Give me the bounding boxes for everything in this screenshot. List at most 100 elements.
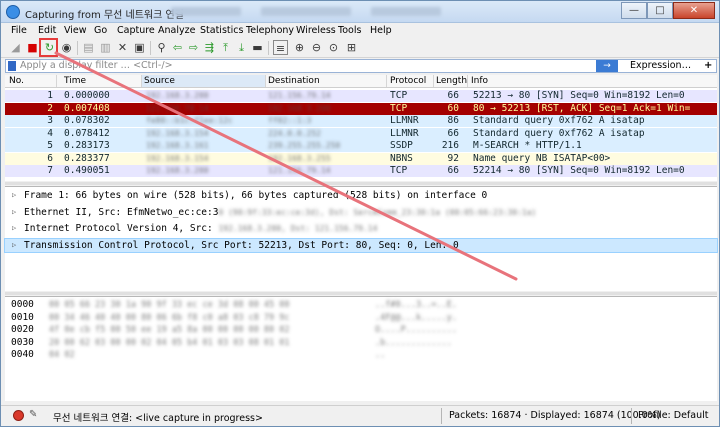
resize-columns-icon[interactable]: ⊞ — [344, 40, 359, 55]
menu-file[interactable]: File — [11, 25, 27, 36]
pane-splitter[interactable] — [5, 182, 717, 185]
start-capture-icon[interactable]: ◢ — [8, 40, 23, 55]
packet-dst: 192.168.3.200 — [268, 103, 331, 113]
display-filter-input[interactable]: Apply a display filter … <Ctrl-/> — [20, 60, 173, 72]
hex-off: 0020 — [11, 324, 34, 335]
apply-filter-button[interactable]: → — [596, 60, 618, 72]
detail-row[interactable]: ▷ Ethernet II, Src: EfmNetwo_ec:ce:30 (90… — [5, 206, 717, 219]
last-packet-icon[interactable]: ⤓ — [234, 40, 249, 55]
zoom-in-icon[interactable]: ⊕ — [292, 40, 307, 55]
menu-edit[interactable]: Edit — [38, 25, 56, 36]
packet-info: 80 → 52213 [RST, ACK] Seq=1 Ack=1 Win= — [473, 102, 691, 114]
open-file-icon[interactable]: ▤ — [81, 40, 96, 55]
hex-off: 0030 — [11, 336, 34, 348]
column-length[interactable]: Length — [436, 76, 467, 86]
column-no[interactable]: No. — [9, 76, 24, 86]
blurred-tab — [171, 7, 241, 16]
go-to-packet-icon[interactable]: ⇶ — [202, 40, 217, 55]
packet-time: 0.000000 — [64, 90, 110, 101]
display-filter-bar: Apply a display filter … <Ctrl-/> → Expr… — [5, 59, 717, 73]
go-back-icon[interactable]: ⇦ — [170, 40, 185, 55]
menu-bar: File Edit View Go Capture Analyze Statis… — [1, 23, 719, 38]
packet-dst: 239.255.255.250 — [268, 141, 341, 150]
menu-capture[interactable]: Capture — [117, 25, 155, 36]
capture-options-icon[interactable]: ◉ — [59, 40, 74, 55]
menu-analyze[interactable]: Analyze — [158, 25, 195, 36]
menu-statistics[interactable]: Statistics — [200, 25, 243, 36]
packet-row[interactable]: 5 0.283173 192.168.3.161 239.255.255.250 SSD… — [5, 140, 717, 152]
detail-blurred-text: 192.168.3.200, Dst: 121.156.79.14 — [218, 224, 378, 233]
packet-no: 7 — [47, 165, 53, 176]
detail-row[interactable]: ▷ Transmission Control Protocol, Src Port… — [4, 237, 718, 253]
detail-row[interactable]: ▷ Internet Protocol Version 4, Src: 192.1… — [5, 222, 717, 235]
expand-triangle-icon[interactable]: ▷ — [12, 222, 16, 235]
go-forward-icon[interactable]: ⇨ — [186, 40, 201, 55]
packet-row[interactable]: 7 0.490051 192.168.3.200 121.156.79.14 TCP 66… — [5, 165, 717, 177]
close-file-icon[interactable]: ✕ — [115, 40, 130, 55]
hex-ascii: .4F@@...k.....y. — [375, 312, 457, 323]
packet-dst: 224.0.0.252 — [268, 128, 321, 138]
normal-size-icon[interactable]: ⊙ — [326, 40, 341, 55]
packet-bytes-pane: 0000 00 05 66 23 30 1a 90 9f 33 ec ce 3d … — [5, 296, 717, 401]
hex-ascii: ..f#0...3..=..E. — [375, 300, 457, 310]
find-packet-icon[interactable]: ⚲ — [154, 40, 169, 55]
hex-bytes: 04 02 — [49, 350, 75, 360]
close-button[interactable]: ✕ — [673, 2, 715, 19]
reload-icon[interactable]: ▣ — [132, 40, 147, 55]
packet-list-header: No. Time Source Destination Protocol Len… — [5, 75, 717, 88]
first-packet-icon[interactable]: ⤒ — [218, 40, 233, 55]
packet-row[interactable]: 3 0.078302 fe80::b1c:f1ee:12c ff02::1:3 LLMN… — [5, 115, 717, 127]
comment-edit-icon[interactable]: ✎ — [29, 409, 37, 420]
hex-bytes: 00 34 46 40 40 00 80 06 6b f8 c0 a8 03 c… — [49, 312, 290, 323]
column-protocol[interactable]: Protocol — [390, 76, 426, 86]
add-filter-button[interactable]: + — [704, 60, 712, 72]
detail-text: Ethernet II, Src: EfmNetwo_ec:ce:3 — [24, 206, 219, 218]
save-file-icon[interactable]: ▥ — [98, 40, 113, 55]
packet-row[interactable]: 4 0.078412 192.168.3.154 224.0.0.252 LLMNR 66… — [5, 127, 717, 140]
hex-ascii: .. — [375, 350, 386, 360]
packet-no: 2 — [47, 102, 53, 114]
autoscroll-icon[interactable]: ▬ — [250, 40, 265, 55]
hex-ascii: .b............. — [375, 337, 452, 348]
detail-text: Frame 1: 66 bytes on wire (528 bits), 66… — [24, 190, 488, 201]
packet-proto: NBNS — [390, 152, 413, 164]
expand-triangle-icon[interactable]: ▷ — [12, 239, 16, 252]
capture-status-text: 무선 네트워크 연결: <live capture in progress> — [53, 413, 263, 424]
packet-dst: 121.156.79.14 — [268, 91, 331, 100]
packet-proto: TCP — [390, 165, 408, 176]
menu-telephony[interactable]: Telephony — [246, 25, 294, 36]
zoom-out-icon[interactable]: ⊖ — [309, 40, 324, 55]
title-bar: Capturing from 무선 네트워크 연결 — □ ✕ — [1, 1, 719, 23]
bookmark-icon[interactable] — [8, 61, 16, 71]
minimize-button[interactable]: — — [621, 2, 647, 19]
packet-row[interactable]: 2 0.007408 121.156.79.14 192.168.3.200 TCP 60… — [5, 102, 717, 115]
packet-dst: ff02::1:3 — [268, 116, 312, 125]
stop-capture-icon[interactable]: ■ — [25, 40, 40, 55]
column-info[interactable]: Info — [471, 76, 488, 86]
menu-wireless[interactable]: Wireless — [296, 25, 336, 36]
packet-row[interactable]: 1 0.000000 192.168.3.200 121.156.79.14 TCP 66… — [5, 90, 717, 102]
menu-help[interactable]: Help — [370, 25, 392, 36]
menu-go[interactable]: Go — [94, 25, 107, 36]
expand-triangle-icon[interactable]: ▷ — [12, 206, 16, 219]
expand-triangle-icon[interactable]: ▷ — [12, 189, 16, 202]
packet-row[interactable]: 6 0.283377 192.168.3.154 192.168.3.255 NBNS 9… — [5, 152, 717, 165]
column-time[interactable]: Time — [64, 76, 86, 86]
pane-splitter[interactable] — [5, 292, 717, 295]
profile-indicator[interactable]: Profile: Default — [638, 410, 708, 421]
detail-row[interactable]: ▷ Frame 1: 66 bytes on wire (528 bits), 6… — [5, 189, 717, 202]
packet-src: 192.168.3.154 — [146, 153, 209, 163]
capture-status-icon[interactable] — [13, 410, 24, 421]
wireshark-fin-icon — [6, 5, 20, 19]
colorize-icon[interactable]: ≡ — [273, 40, 288, 55]
maximize-button[interactable]: □ — [647, 2, 673, 19]
column-source[interactable]: Source — [142, 75, 265, 87]
packet-time: 0.007408 — [64, 102, 110, 114]
menu-tools[interactable]: Tools — [338, 25, 361, 36]
packet-info: 52213 → 80 [SYN] Seq=0 Win=8192 Len=0 — [473, 90, 685, 101]
column-destination[interactable]: Destination — [268, 76, 320, 86]
menu-view[interactable]: View — [64, 25, 87, 36]
expression-button[interactable]: Expression… — [630, 60, 691, 72]
packet-dst: 192.168.3.255 — [268, 153, 331, 163]
hex-bytes: 00 05 66 23 30 1a 90 9f 33 ec ce 3d 08 0… — [49, 300, 290, 310]
